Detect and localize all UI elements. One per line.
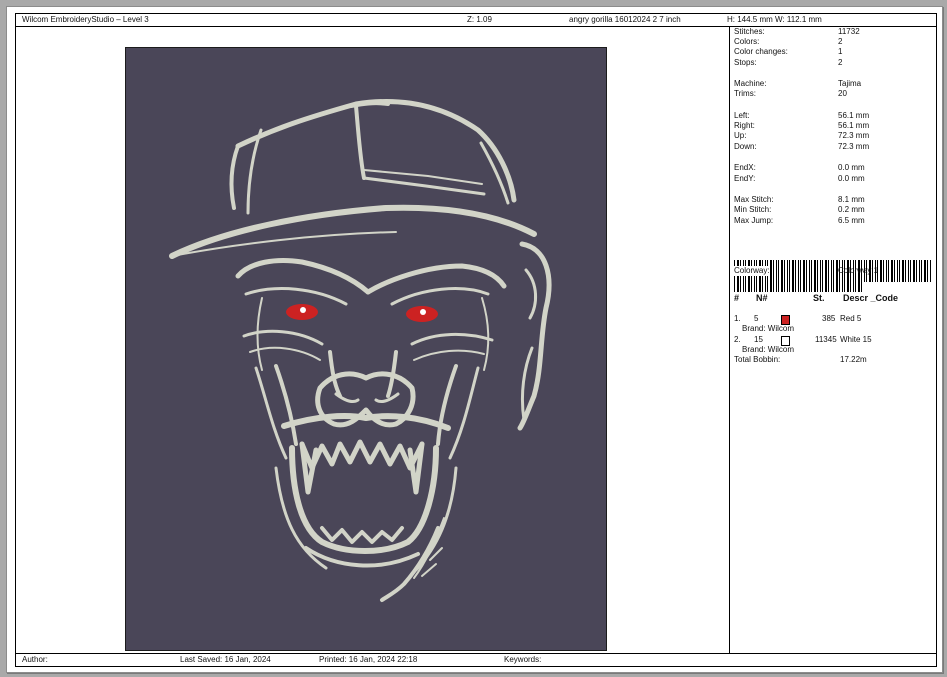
thread-brand: Brand: Wilcom [742, 345, 795, 354]
design-name: angry gorilla 16012024 2 7 inch [569, 15, 681, 24]
stat-row: Stitches: 11732 [734, 27, 860, 36]
stat-row: Right: 56.1 mm [734, 121, 870, 130]
stat-row: Max Stitch: 8.1 mm [734, 195, 865, 204]
stat-row: Stops: 2 [734, 58, 843, 67]
stat-row: Left: 56.1 mm [734, 111, 870, 120]
gorilla-embroidery-image [169, 99, 552, 602]
zoom-level: Z: 1.09 [467, 15, 492, 24]
stat-row: Min Stitch: 0.2 mm [734, 205, 865, 214]
stat-row: EndY: 0.0 mm [734, 174, 865, 183]
worksheet-frame: Wilcom EmbroideryStudio – Level 3 Z: 1.0… [15, 13, 937, 667]
stat-row: Trims: 20 [734, 89, 847, 98]
stat-row: Max Jump: 6.5 mm [734, 216, 865, 225]
design-info-panel: Stitches: 11732 Colors: 2 Color changes: 1 … [730, 27, 936, 653]
author-label: Author: [22, 655, 48, 664]
stat-row: EndX: 0.0 mm [734, 163, 865, 172]
design-area [16, 27, 730, 653]
app-title: Wilcom EmbroideryStudio – Level 3 [22, 15, 149, 24]
worksheet-footer: Author: Last Saved: 16 Jan, 2024 Printed… [16, 653, 936, 666]
last-saved-label: Last Saved: 16 Jan, 2024 [180, 655, 271, 664]
stat-row: Up: 72.3 mm [734, 131, 870, 140]
printed-label: Printed: 16 Jan, 2024 22:18 [319, 655, 418, 664]
keywords-label: Keywords: [504, 655, 542, 664]
embroidery-design-preview [125, 47, 607, 651]
thread-brand: Brand: Wilcom [742, 324, 795, 333]
print-preview-page: Wilcom EmbroideryStudio – Level 3 Z: 1.0… [6, 6, 943, 673]
stat-row: Down: 72.3 mm [734, 142, 870, 151]
stat-row: Machine: Tajima [734, 79, 862, 88]
worksheet-header: Wilcom EmbroideryStudio – Level 3 Z: 1.0… [16, 14, 936, 27]
colorway-row: Colorway: Colorway 1 [734, 266, 879, 276]
total-bobbin-row: Total Bobbin: 17.22m [734, 355, 867, 364]
stat-row: Color changes: 1 [734, 47, 843, 56]
design-dimensions: H: 144.5 mm W: 112.1 mm [727, 15, 822, 24]
stat-row: Colors: 2 [734, 37, 843, 46]
